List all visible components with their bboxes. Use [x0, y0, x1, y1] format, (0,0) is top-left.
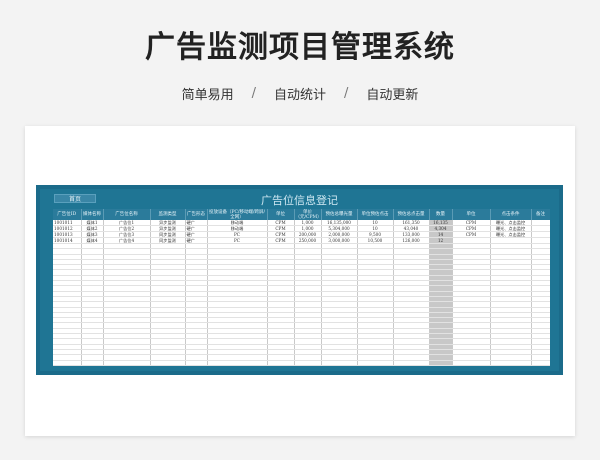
table-cell[interactable]	[207, 365, 268, 366]
table-cell[interactable]	[53, 365, 82, 366]
column-header: 单价（元/CPM）	[294, 209, 322, 220]
table-cell[interactable]	[321, 365, 358, 366]
table-cell[interactable]	[393, 365, 430, 366]
feature-auto-stats: 自动统计	[273, 88, 326, 103]
feature-list: 简单易用 / 自动统计 / 自动更新	[0, 84, 600, 103]
table-cell[interactable]	[103, 365, 151, 366]
table-row[interactable]	[53, 365, 550, 366]
table-cell[interactable]: 曝光、点击监控	[490, 220, 532, 226]
table-cell[interactable]	[150, 365, 186, 366]
sheet-title: 广告位信息登记	[261, 194, 338, 207]
spreadsheet-frame: 首页 广告位信息登记 广告位ID 媒体名称 广告位名称 监测类型 广告形态 投放设备（PC…	[36, 185, 563, 375]
column-header: 监测类型	[150, 209, 186, 220]
column-header: 投放设备（PC/移动端/跨屏/全网）	[207, 209, 268, 220]
table-cell[interactable]: 曝光、点击监控	[490, 225, 532, 232]
column-header: 广告位ID	[53, 209, 82, 220]
feature-separator: /	[344, 86, 349, 101]
ad-slot-table: 广告位ID 媒体名称 广告位名称 监测类型 广告形态 投放设备（PC/移动端/跨屏/全网）…	[53, 209, 550, 366]
column-header: 备注	[531, 209, 550, 220]
table-cell[interactable]	[81, 365, 104, 366]
table-cell[interactable]	[429, 365, 453, 366]
table-body: 1001011 媒体1 广告位1 异步监测 硬广 移动端 CPM 1,000 16,135,00…	[53, 220, 550, 366]
spreadsheet-panel: 首页 广告位信息登记 广告位ID 媒体名称 广告位名称 监测类型 广告形态 投放设备（PC…	[40, 189, 559, 371]
feature-separator: /	[251, 86, 256, 101]
column-header: 广告形态	[185, 209, 208, 220]
column-header: 数量	[429, 209, 453, 220]
feature-easy: 简单易用	[181, 88, 234, 103]
table-cell[interactable]	[531, 365, 550, 366]
table-cell[interactable]	[490, 365, 532, 366]
table-cell[interactable]	[267, 365, 295, 366]
table-row[interactable]: 1001012 媒体2 广告位2 异步监测 硬广 移动端 CPM 1,000 5,304,000…	[53, 225, 550, 232]
column-header: 单位	[452, 209, 491, 220]
table-header-row: 广告位ID 媒体名称 广告位名称 监测类型 广告形态 投放设备（PC/移动端/跨屏/全网）…	[53, 209, 550, 220]
column-header: 单位	[267, 209, 295, 220]
column-header: 点击条件	[490, 209, 532, 220]
column-header: 广告位名称	[103, 209, 151, 220]
table-cell[interactable]: 曝光、点击监控	[490, 231, 532, 238]
feature-auto-update: 自动更新	[366, 88, 419, 103]
table-cell[interactable]	[357, 365, 394, 366]
column-header: 预估总曝光量	[321, 209, 358, 220]
page-title: 广告监测项目管理系统	[145, 30, 455, 65]
table-cell[interactable]	[185, 365, 208, 366]
table-cell[interactable]	[294, 365, 322, 366]
table-row[interactable]: 1001013 媒体3 广告位3 同步监测 硬广 PC CPM 200,000 2,000,00…	[53, 231, 550, 238]
column-header: 预估总点击量	[393, 209, 430, 220]
table-row[interactable]: 1001011 媒体1 广告位1 异步监测 硬广 移动端 CPM 1,000 16,135,00…	[53, 220, 550, 226]
column-header: 媒体名称	[81, 209, 104, 220]
column-header: 单位预估点击	[357, 209, 394, 220]
table-cell[interactable]	[452, 365, 491, 366]
table-container: 广告位ID 媒体名称 广告位名称 监测类型 广告形态 投放设备（PC/移动端/跨屏/全网）…	[53, 209, 550, 366]
